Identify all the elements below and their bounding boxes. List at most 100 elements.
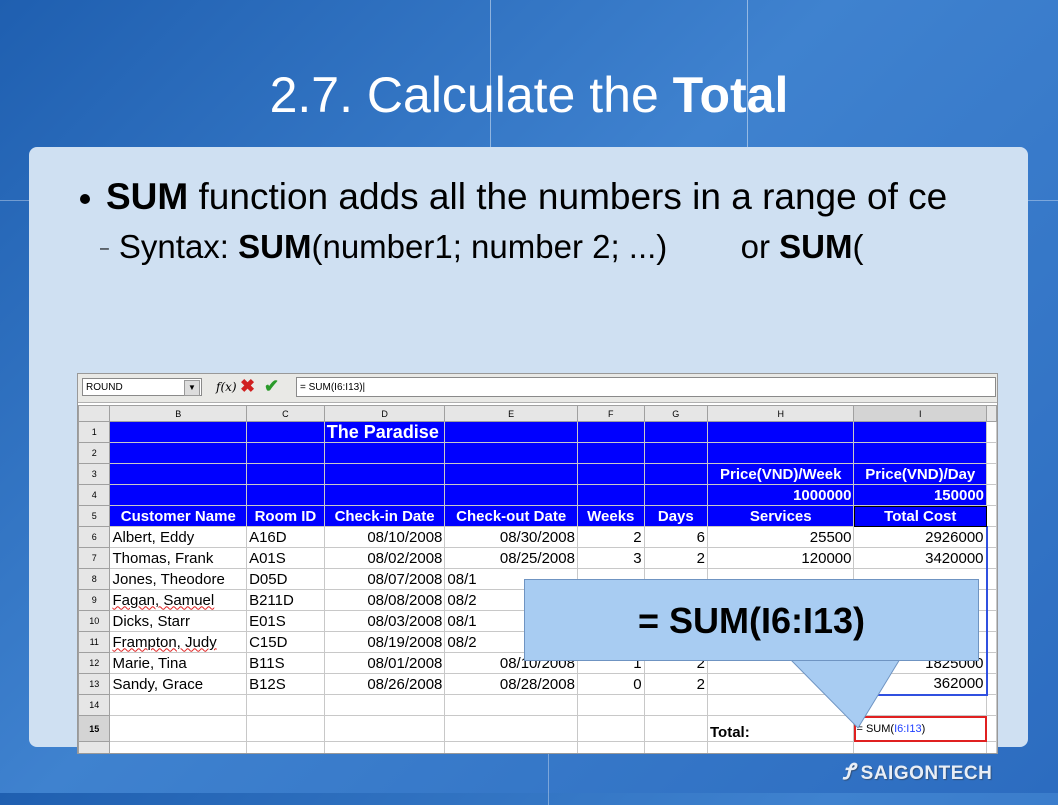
column-header-h[interactable]: H: [706, 405, 855, 422]
check-in-cell[interactable]: 08/10/2008: [323, 526, 446, 548]
cell[interactable]: [246, 484, 325, 506]
cell[interactable]: [323, 442, 446, 464]
customer-name-cell[interactable]: Jones, Theodore: [109, 568, 248, 590]
row-header-10[interactable]: 10: [78, 610, 111, 632]
cell[interactable]: [576, 463, 645, 485]
check-in-cell[interactable]: 08/02/2008: [323, 547, 446, 569]
customer-name-cell[interactable]: Dicks, Starr: [109, 610, 248, 632]
row-header-11[interactable]: 11: [78, 631, 111, 653]
cell[interactable]: [706, 442, 855, 464]
check-in-cell[interactable]: 08/19/2008: [323, 631, 446, 653]
row-header-8[interactable]: 8: [78, 568, 111, 590]
cell[interactable]: [323, 715, 446, 742]
cell[interactable]: [576, 741, 645, 753]
cell[interactable]: [643, 694, 709, 716]
cell[interactable]: [246, 715, 325, 742]
row-header-14[interactable]: 14: [78, 694, 111, 716]
room-id-cell[interactable]: B12S: [246, 673, 325, 695]
row-header-15[interactable]: 15: [78, 715, 111, 742]
cell[interactable]: [109, 741, 248, 753]
cell[interactable]: [986, 631, 997, 653]
room-id-cell[interactable]: B211D: [246, 589, 325, 611]
total-cost-cell[interactable]: 362000: [853, 673, 988, 696]
row-header-5[interactable]: 5: [78, 505, 111, 527]
room-id-cell[interactable]: C15D: [246, 631, 325, 653]
check-in-cell[interactable]: 08/08/2008: [323, 589, 446, 611]
header-services[interactable]: Services: [706, 505, 855, 527]
weeks-cell[interactable]: 3: [576, 547, 645, 569]
cell[interactable]: [853, 741, 988, 753]
cell[interactable]: [986, 673, 997, 695]
cell[interactable]: [986, 463, 997, 485]
cell[interactable]: [986, 589, 997, 611]
total-cost-cell[interactable]: 2926000: [853, 526, 988, 548]
total-formula-cell[interactable]: = SUM(I6:I13): [853, 715, 988, 742]
cell[interactable]: [986, 505, 997, 527]
row-header-3[interactable]: 3: [78, 463, 111, 485]
room-id-cell[interactable]: A16D: [246, 526, 325, 548]
cell[interactable]: [986, 484, 997, 506]
services-cell[interactable]: 120000: [706, 547, 855, 569]
header-room-id[interactable]: Room ID: [246, 505, 325, 527]
customer-name-cell[interactable]: Marie, Tina: [109, 652, 248, 674]
customer-name-cell[interactable]: Frampton, Judy: [109, 631, 248, 653]
days-cell[interactable]: 2: [643, 673, 709, 695]
row-header-6[interactable]: 6: [78, 526, 111, 548]
cell[interactable]: [246, 421, 325, 443]
header-customer-name[interactable]: Customer Name: [109, 505, 248, 527]
cell[interactable]: [643, 442, 709, 464]
row-header-16[interactable]: [78, 741, 111, 753]
check-out-cell[interactable]: 08/30/2008: [444, 526, 578, 548]
price-day-value[interactable]: 150000: [853, 484, 988, 506]
cell[interactable]: [444, 442, 578, 464]
cell[interactable]: [576, 421, 645, 443]
customer-name-cell[interactable]: Thomas, Frank: [109, 547, 248, 569]
room-id-cell[interactable]: A01S: [246, 547, 325, 569]
check-in-cell[interactable]: 08/07/2008: [323, 568, 446, 590]
cell[interactable]: [109, 421, 248, 443]
corner-cell[interactable]: [78, 405, 111, 422]
row-header-7[interactable]: 7: [78, 547, 111, 569]
room-id-cell[interactable]: E01S: [246, 610, 325, 632]
cell[interactable]: [444, 694, 578, 716]
cell[interactable]: [986, 526, 997, 548]
cell[interactable]: [853, 421, 988, 443]
row-header-12[interactable]: 12: [78, 652, 111, 674]
total-label[interactable]: Total:: [706, 715, 855, 742]
check-out-cell[interactable]: 08/25/2008: [444, 547, 578, 569]
formula-input[interactable]: = SUM(I6:I13)|: [296, 377, 996, 397]
column-header-c[interactable]: C: [246, 405, 325, 422]
cell[interactable]: [986, 652, 997, 674]
accept-icon[interactable]: ✔: [264, 376, 279, 397]
customer-name-cell[interactable]: Fagan, Samuel: [109, 589, 248, 611]
column-header-e[interactable]: E: [444, 405, 578, 422]
cell[interactable]: [576, 715, 645, 742]
cell[interactable]: [109, 442, 248, 464]
check-out-cell[interactable]: 08/28/2008: [444, 673, 578, 695]
column-header-f[interactable]: F: [576, 405, 645, 422]
cell[interactable]: [643, 463, 709, 485]
weeks-cell[interactable]: 0: [576, 673, 645, 695]
price-week-value[interactable]: 1000000: [706, 484, 855, 506]
column-header-i[interactable]: I: [853, 405, 988, 422]
room-id-cell[interactable]: D05D: [246, 568, 325, 590]
cell[interactable]: [323, 484, 446, 506]
cell[interactable]: [986, 741, 997, 753]
row-header-1[interactable]: 1: [78, 421, 111, 443]
services-cell[interactable]: 25500: [706, 526, 855, 548]
cell[interactable]: [643, 484, 709, 506]
function-wizard-icon[interactable]: f(x): [216, 380, 237, 394]
column-header-d[interactable]: D: [323, 405, 446, 422]
cell[interactable]: [323, 741, 446, 753]
column-header-b[interactable]: B: [109, 405, 248, 422]
cell[interactable]: [323, 694, 446, 716]
column-header-g[interactable]: G: [643, 405, 709, 422]
cell[interactable]: [576, 484, 645, 506]
customer-name-cell[interactable]: Sandy, Grace: [109, 673, 248, 695]
cell[interactable]: [853, 694, 988, 716]
cell[interactable]: [109, 694, 248, 716]
services-cell[interactable]: 62: [706, 673, 855, 695]
room-id-cell[interactable]: B11S: [246, 652, 325, 674]
header-check-out[interactable]: Check-out Date: [444, 505, 578, 527]
column-header-j[interactable]: [986, 405, 997, 422]
